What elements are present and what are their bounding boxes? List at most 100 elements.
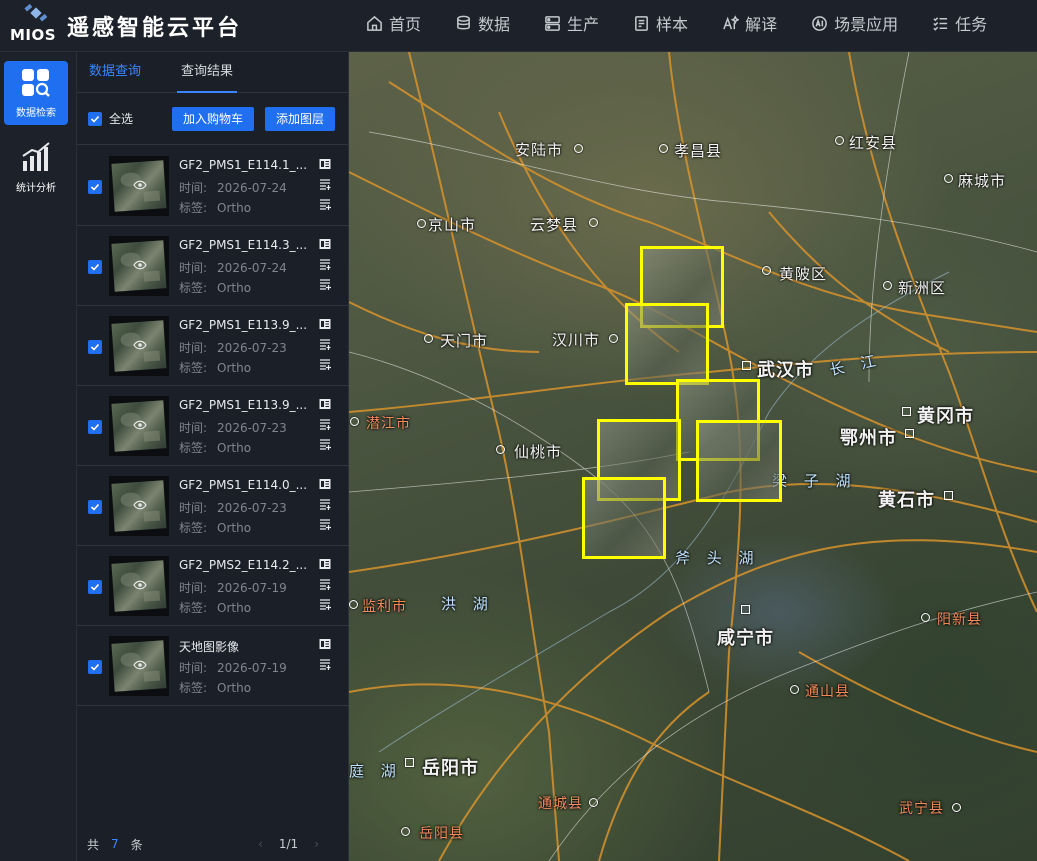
image-thumbnail[interactable]: [109, 236, 169, 296]
eye-icon[interactable]: [133, 660, 147, 670]
map-label: 监利市: [362, 599, 407, 615]
list-item[interactable]: GF2_PMS1_E114.3_... 时间: 2026-07-24 标签: Ort…: [77, 226, 349, 306]
add-list-icon[interactable]: [319, 358, 331, 370]
image-thumbnail[interactable]: [109, 396, 169, 456]
app-title: 遥感智能云平台: [67, 16, 243, 41]
item-checkbox[interactable]: [88, 340, 102, 354]
metadata-list-icon[interactable]: [319, 338, 331, 350]
image-thumbnail[interactable]: [109, 556, 169, 616]
select-all-checkbox[interactable]: [88, 111, 102, 126]
tag-key: 标签:: [179, 521, 208, 535]
city-marker: [741, 605, 750, 614]
check-icon: [90, 343, 100, 351]
nav-item-home[interactable]: 首页: [360, 0, 421, 46]
list-item[interactable]: GF2_PMS1_E113.9_... 时间: 2026-07-23 标签: Ort…: [77, 386, 349, 466]
item-checkbox[interactable]: [88, 180, 102, 194]
nav-item-sample[interactable]: 样本: [627, 0, 688, 46]
add-list-icon[interactable]: [319, 198, 331, 210]
list-item[interactable]: GF2_PMS1_E114.1_... 时间: 2026-07-24 标签: Ort…: [77, 146, 349, 226]
add-list-icon[interactable]: [319, 598, 331, 610]
eye-icon[interactable]: [133, 260, 147, 270]
detail-card-icon[interactable]: [319, 478, 331, 490]
item-tag: 标签: Ortho: [179, 519, 251, 536]
item-checkbox[interactable]: [88, 580, 102, 594]
nav-item-scene[interactable]: 场景应用: [805, 0, 898, 46]
metadata-list-icon[interactable]: [319, 578, 331, 590]
image-footprint[interactable]: [582, 477, 666, 559]
nav-item-data[interactable]: 数据: [449, 0, 510, 46]
nav-item-interpret[interactable]: 解译: [716, 0, 777, 46]
list-item[interactable]: GF2_PMS1_E114.0_... 时间: 2026-07-23 标签: Ort…: [77, 466, 349, 546]
detail-card-icon[interactable]: [319, 158, 331, 170]
rail-item-data-search[interactable]: 数据检索: [4, 61, 68, 125]
item-title: GF2_PMS1_E113.9_...: [179, 398, 308, 412]
nav-item-task[interactable]: 任务: [926, 0, 987, 46]
city-marker: [905, 429, 914, 438]
eye-icon[interactable]: [133, 500, 147, 510]
image-thumbnail[interactable]: [109, 316, 169, 376]
add-list-icon[interactable]: [319, 278, 331, 290]
add-list-icon[interactable]: [319, 438, 331, 450]
check-icon: [90, 583, 100, 591]
detail-card-icon[interactable]: [319, 558, 331, 570]
list-item[interactable]: GF2_PMS1_E113.9_... 时间: 2026-07-23 标签: Ort…: [77, 306, 349, 386]
map-label: 京山市: [428, 216, 477, 234]
item-checkbox[interactable]: [88, 260, 102, 274]
metadata-list-icon[interactable]: [319, 498, 331, 510]
tab-data-query[interactable]: 数据查询: [89, 52, 141, 92]
list-item[interactable]: 天地图影像 时间: 2026-07-19 标签: Ortho: [77, 626, 349, 706]
detail-card-icon[interactable]: [319, 318, 331, 330]
eye-icon[interactable]: [133, 580, 147, 590]
image-thumbnail[interactable]: [109, 156, 169, 216]
tag-value: Ortho: [217, 361, 252, 375]
nav-label: 任务: [955, 15, 988, 34]
pagination: ‹ 1/1 ›: [242, 827, 335, 861]
panel-tabs: 数据查询 查询结果: [77, 52, 348, 93]
check-icon: [90, 423, 100, 431]
metadata-list-icon[interactable]: [319, 178, 331, 190]
home-icon: [367, 15, 382, 31]
city-marker: [574, 144, 583, 153]
top-bar: MIOS 遥感智能云平台 首页 数据 生产 样本 解译 场景应用 任务: [0, 0, 1037, 52]
rail-item-statistics[interactable]: 统计分析: [4, 135, 68, 199]
add-to-cart-button[interactable]: 加入购物车: [172, 106, 255, 131]
image-thumbnail[interactable]: [109, 476, 169, 536]
eye-icon[interactable]: [133, 340, 147, 350]
add-layer-button[interactable]: 添加图层: [265, 106, 336, 131]
detail-card-icon[interactable]: [319, 398, 331, 410]
detail-card-icon[interactable]: [319, 238, 331, 250]
rail-label: 统计分析: [16, 182, 56, 194]
add-list-icon[interactable]: [319, 518, 331, 530]
nav-label: 样本: [656, 15, 689, 34]
list-item[interactable]: GF2_PMS2_E114.2_... 时间: 2026-07-19 标签: Ort…: [77, 546, 349, 626]
detail-card-icon[interactable]: [319, 638, 331, 650]
item-checkbox[interactable]: [88, 660, 102, 674]
nav-item-production[interactable]: 生产: [538, 0, 599, 46]
eye-icon[interactable]: [133, 180, 147, 190]
lake-label: 洪 湖: [441, 595, 494, 613]
city-marker: [762, 266, 771, 275]
metadata-list-icon[interactable]: [319, 258, 331, 270]
chevron-left-icon[interactable]: ‹: [258, 837, 263, 851]
image-footprint[interactable]: [696, 420, 782, 502]
logo[interactable]: MIOS: [10, 2, 60, 48]
item-tag: 标签: Ortho: [179, 679, 251, 696]
city-marker: [424, 334, 433, 343]
item-checkbox[interactable]: [88, 500, 102, 514]
time-key: 时间:: [179, 501, 208, 515]
tag-key: 标签:: [179, 361, 208, 375]
city-marker: [902, 407, 911, 416]
image-footprint[interactable]: [625, 303, 709, 385]
chevron-right-icon[interactable]: ›: [314, 837, 319, 851]
map-label: 鄂州市: [840, 428, 897, 449]
city-marker: [921, 613, 930, 622]
item-checkbox[interactable]: [88, 420, 102, 434]
tab-query-results[interactable]: 查询结果: [177, 52, 238, 93]
metadata-list-icon[interactable]: [319, 418, 331, 430]
item-time: 时间: 2026-07-19: [179, 579, 287, 596]
image-thumbnail[interactable]: [109, 636, 169, 696]
eye-icon[interactable]: [133, 420, 147, 430]
map-view[interactable]: 京山市 安陆市 孝昌县 红安县 麻城市 云梦县 黄陂区 新洲区 天门市 汉川市 …: [349, 52, 1037, 861]
metadata-list-icon[interactable]: [319, 658, 331, 670]
item-title: GF2_PMS2_E114.2_...: [179, 558, 308, 572]
